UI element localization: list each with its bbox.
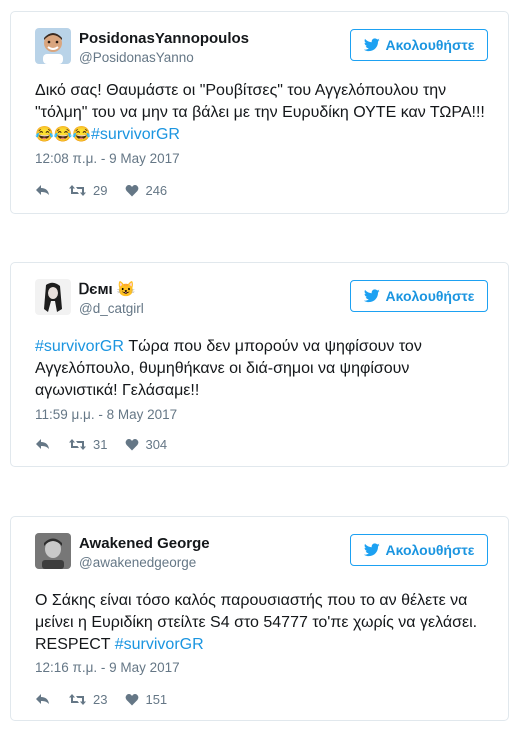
tweet-text: Δικό σας! Θαυμάστε οι "Ρουβίτσες" του Αγ…	[35, 80, 488, 146]
follow-button[interactable]: Ακολουθήστε	[350, 534, 488, 566]
retweet-count: 29	[93, 183, 108, 198]
like-count: 304	[145, 437, 168, 452]
like-count: 246	[145, 183, 168, 198]
tweet-text-body: Ο Σάκης είναι τόσο καλός παρουσιαστής πο…	[35, 592, 478, 653]
tweet-card: PosidonasYannopoulos @PosidonasYanno Ακο…	[10, 11, 509, 214]
heart-icon	[126, 438, 139, 451]
retweet-button[interactable]: 31	[68, 437, 107, 452]
retweet-icon	[69, 694, 86, 705]
reply-button[interactable]	[35, 693, 50, 706]
tweet-emojis: 😂😂😂	[35, 126, 92, 143]
retweet-icon	[69, 439, 86, 450]
follow-button[interactable]: Ακολουθήστε	[350, 280, 488, 312]
reply-icon	[36, 439, 49, 449]
author-handle[interactable]: @PosidonasYanno	[79, 49, 249, 67]
tweet-actions: 31 304	[35, 437, 185, 452]
follow-label: Ακολουθήστε	[385, 542, 475, 558]
tweet-card: Ꭰємι 😺 @d_catgirl Ακολουθήστε #survivorG…	[10, 262, 509, 467]
hashtag-link[interactable]: #survivorGR	[35, 338, 124, 355]
cat-emoji: 😺	[116, 281, 136, 298]
author-handle[interactable]: @awakenedgeorge	[79, 554, 210, 572]
tweet-actions: 23 151	[35, 692, 185, 707]
twitter-bird-icon	[363, 38, 380, 52]
timestamp[interactable]: 12:16 π.μ. - 9 May 2017	[35, 660, 180, 675]
like-button[interactable]: 151	[125, 692, 167, 707]
timestamp[interactable]: 11:59 μ.μ. - 8 May 2017	[35, 407, 177, 422]
twitter-bird-icon	[363, 289, 380, 303]
tweet-text: Ο Σάκης είναι τόσο καλός παρουσιαστής πο…	[35, 590, 488, 656]
twitter-bird-icon	[363, 543, 380, 557]
reply-button[interactable]	[35, 184, 50, 197]
avatar[interactable]	[35, 533, 71, 569]
reply-icon	[36, 694, 49, 704]
retweet-count: 31	[93, 437, 108, 452]
follow-button[interactable]: Ακολουθήστε	[350, 29, 488, 61]
author-name[interactable]: Ꭰємι	[79, 281, 113, 298]
author-handle[interactable]: @d_catgirl	[79, 300, 144, 318]
tweet-card: Awakened George @awakenedgeorge Ακολουθή…	[10, 516, 509, 721]
tweet-text: #survivorGR Τώρα που δεν μπορούν να ψηφί…	[35, 336, 488, 402]
retweet-button[interactable]: 23	[68, 692, 107, 707]
tweet-text-body: Δικό σας! Θαυμάστε οι "Ρουβίτσες" του Αγ…	[35, 82, 485, 121]
follow-label: Ακολουθήστε	[385, 288, 475, 304]
timestamp[interactable]: 12:08 π.μ. - 9 May 2017	[35, 151, 180, 166]
reply-button[interactable]	[35, 438, 50, 451]
heart-icon	[126, 693, 139, 706]
hashtag-link[interactable]: #survivorGR	[115, 636, 204, 653]
avatar[interactable]	[35, 279, 71, 315]
avatar[interactable]	[35, 28, 71, 64]
like-button[interactable]: 246	[125, 183, 167, 198]
retweet-button[interactable]: 29	[68, 183, 107, 198]
author-name[interactable]: PosidonasYannopoulos	[79, 30, 249, 48]
reply-icon	[36, 185, 49, 195]
like-count: 151	[145, 692, 168, 707]
retweet-icon	[69, 185, 86, 196]
tweet-actions: 29 246	[35, 183, 185, 198]
hashtag-link[interactable]: #survivorGR	[91, 126, 180, 143]
author-name[interactable]: Awakened George	[79, 535, 210, 553]
heart-icon	[126, 184, 139, 197]
author-name-line: Ꭰємι 😺	[79, 281, 144, 299]
like-button[interactable]: 304	[125, 437, 167, 452]
retweet-count: 23	[93, 692, 108, 707]
follow-label: Ακολουθήστε	[385, 37, 475, 53]
